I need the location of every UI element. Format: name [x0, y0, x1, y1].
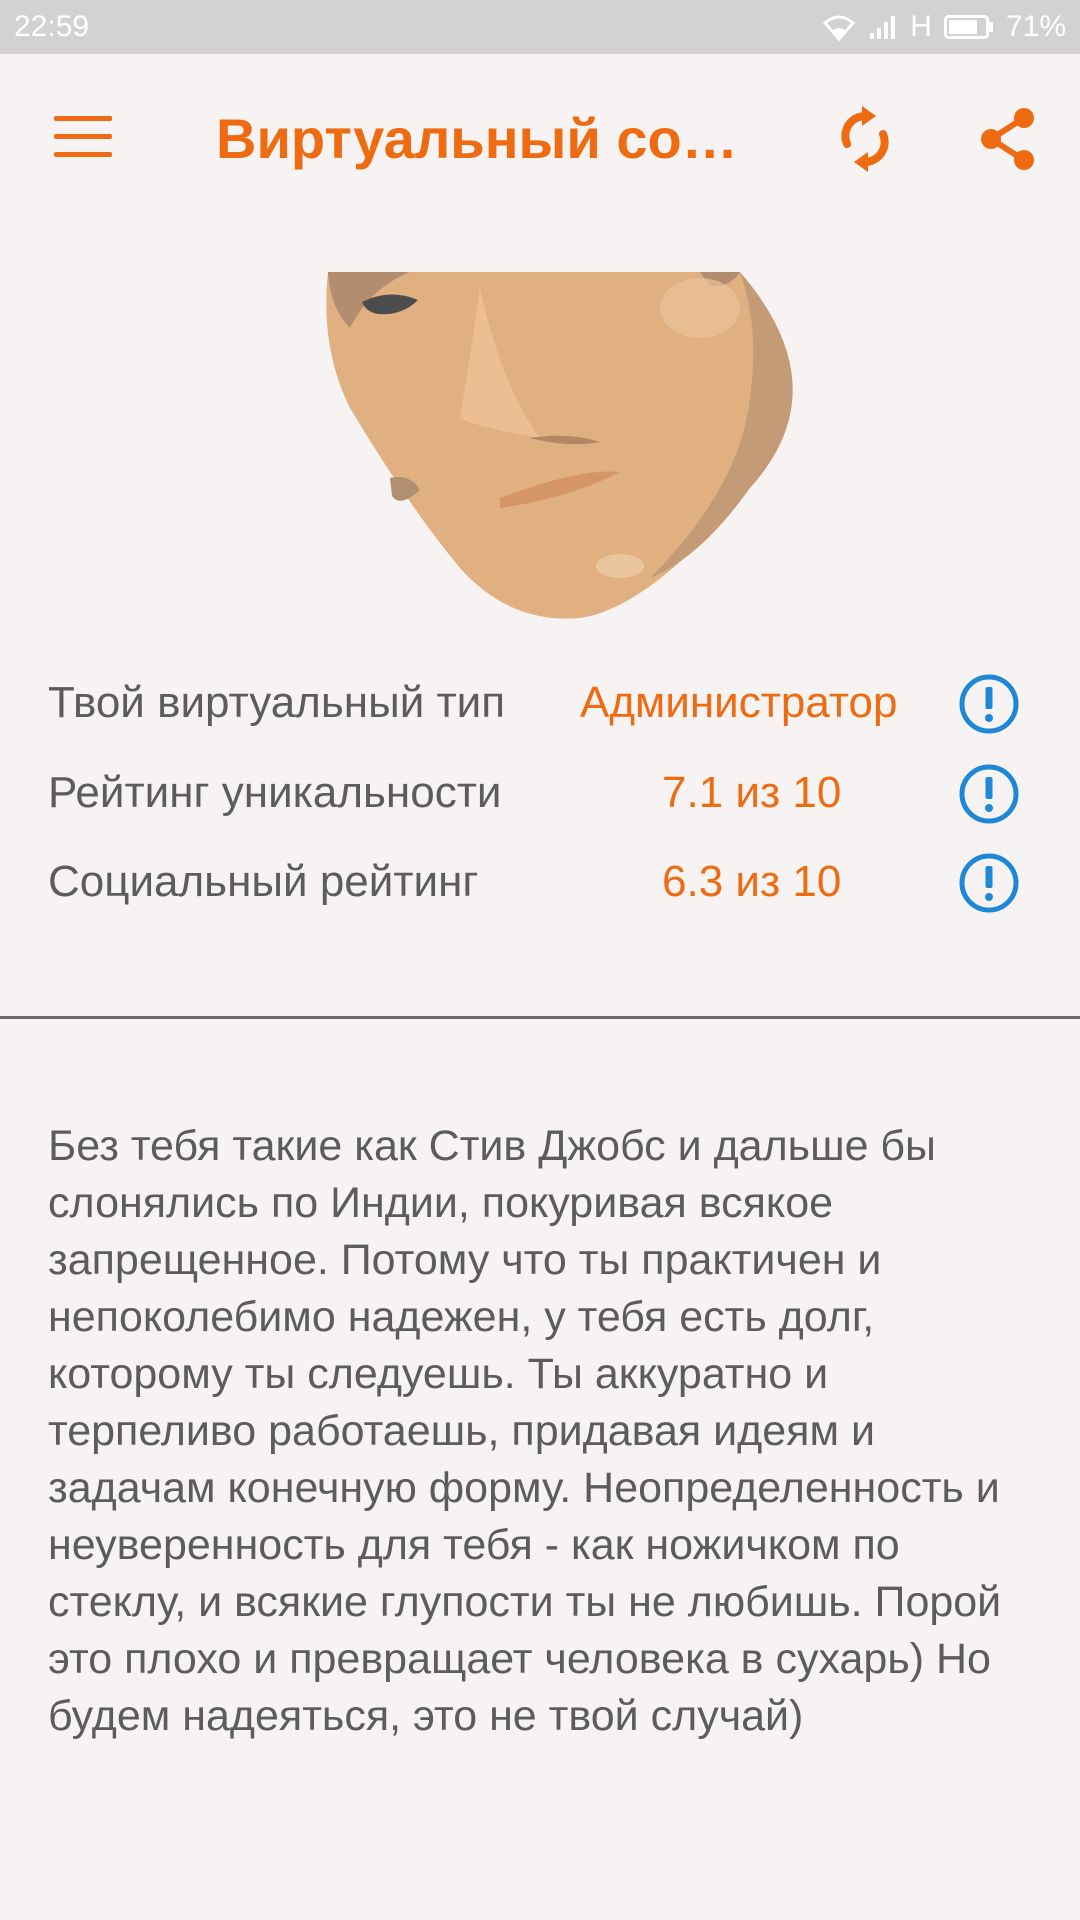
battery-percent: 71% — [1005, 10, 1066, 43]
face-illustration — [326, 272, 793, 619]
share-icon[interactable] — [978, 106, 1038, 172]
status-time: 22:59 — [14, 10, 90, 43]
signal-icon — [870, 16, 896, 39]
info-icon[interactable] — [958, 852, 1020, 914]
result-row-uniqueness: Рейтинг уникальности 7.1 из 10 — [0, 754, 1080, 834]
result-label: Социальный рейтинг — [48, 857, 479, 906]
status-icons: H 71% — [822, 10, 1066, 44]
result-row-type: Твой виртуальный тип Администратор — [0, 664, 1080, 744]
info-icon[interactable] — [958, 763, 1020, 825]
wifi-icon — [823, 15, 856, 41]
divider — [0, 1016, 1080, 1019]
menu-icon[interactable] — [54, 116, 112, 158]
refresh-icon[interactable] — [834, 104, 896, 174]
result-value: Администратор — [580, 678, 898, 727]
result-label: Твой виртуальный тип — [48, 678, 506, 727]
result-value: 6.3 из 10 — [662, 857, 842, 906]
battery-icon — [943, 15, 993, 39]
type-description: Без тебя такие как Стив Джобс и дальше б… — [48, 1122, 1002, 1740]
result-row-social: Социальный рейтинг 6.3 из 10 — [0, 843, 1080, 923]
info-icon[interactable] — [958, 673, 1020, 735]
status-bar: 22:59 H 71% — [0, 0, 1080, 54]
result-label: Рейтинг уникальности — [48, 768, 502, 817]
network-type: H — [910, 10, 932, 43]
page-title: Виртуальный соц... — [216, 107, 756, 170]
result-value: 7.1 из 10 — [662, 768, 842, 817]
app-bar: Виртуальный соц... — [0, 54, 1080, 224]
